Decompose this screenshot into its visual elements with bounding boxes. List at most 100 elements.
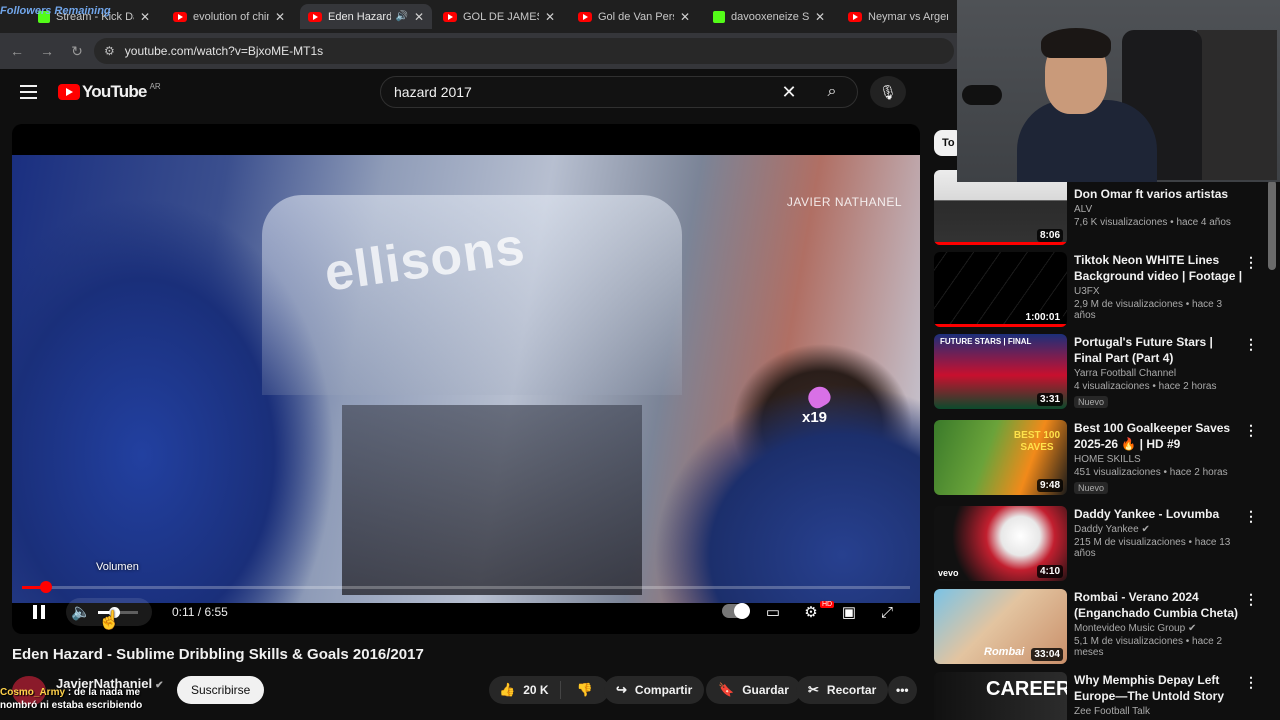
recommendation-channel[interactable]: HOME SKILLS — [1074, 454, 1244, 465]
progress-bar[interactable] — [22, 581, 910, 593]
more-options-icon[interactable]: ⋮ — [1244, 674, 1258, 691]
progress-scrubber[interactable] — [39, 581, 52, 593]
tab-title: Neymar vs Argent — [868, 10, 948, 23]
close-icon[interactable]: ✕ — [545, 10, 555, 24]
close-icon[interactable]: ✕ — [414, 10, 424, 24]
tab-title: evolution of chimp — [193, 10, 269, 23]
share-button[interactable]: ↪ Compartir — [604, 676, 705, 704]
youtube-favicon-icon — [443, 11, 457, 22]
tab-title: Gol de Van Persie — [598, 10, 674, 23]
recommendation-item[interactable]: 1:00:01 Tiktok Neon WHITE Lines Backgrou… — [934, 252, 1268, 330]
recommendation-item[interactable]: vevo 4:10 Daddy Yankee - Lovumba Daddy Y… — [934, 506, 1268, 584]
reload-icon[interactable]: ↻ — [64, 38, 90, 64]
url-text: youtube.com/watch?v=BjxoME-MT1s — [124, 44, 324, 58]
tab-neymar[interactable]: Neymar vs Argent — [840, 4, 956, 29]
youtube-logo[interactable]: YouTube AR — [58, 82, 161, 102]
tab-van-persie[interactable]: Gol de Van Persie ✕ — [570, 4, 698, 29]
video-player[interactable]: ellisons JAVIER NATHANEL x19 Volumen 🔈 0… — [12, 124, 920, 634]
recommendation-title[interactable]: Daddy Yankee - Lovumba — [1074, 506, 1244, 522]
close-icon[interactable]: ✕ — [140, 10, 150, 24]
like-button[interactable]: 👍 20 K — [489, 681, 561, 699]
clip-button[interactable]: ✂ Recortar — [796, 676, 889, 704]
search-icon[interactable]: ⌕ — [807, 83, 857, 101]
tab-davooxeneize[interactable]: davooxeneize Stre ✕ — [705, 4, 833, 29]
site-info-icon[interactable]: ⚙ — [104, 44, 115, 58]
video-frame[interactable]: ellisons JAVIER NATHANEL x19 — [12, 155, 920, 603]
save-button[interactable]: 🔖 Guardar — [706, 676, 801, 704]
theater-mode-icon[interactable]: ▣ — [838, 600, 860, 624]
more-options-icon[interactable]: ⋮ — [1244, 591, 1258, 608]
video-thumbnail[interactable]: vevo 4:10 — [934, 506, 1067, 581]
video-thumbnail[interactable]: FUTURE STARS | FINAL 3:31 — [934, 334, 1067, 409]
dislike-button[interactable]: 👎 — [561, 682, 609, 698]
youtube-favicon-icon — [578, 11, 592, 22]
autoplay-toggle[interactable] — [722, 603, 750, 619]
more-actions-button[interactable]: ••• — [888, 676, 917, 704]
volume-icon[interactable]: 🔈 — [70, 600, 92, 624]
bookmark-icon: 🔖 — [718, 682, 735, 697]
forward-icon[interactable]: → — [34, 38, 60, 64]
more-options-icon[interactable]: ⋮ — [1244, 422, 1258, 439]
close-icon[interactable]: ✕ — [275, 10, 285, 24]
tab-gol-james[interactable]: GOL DE JAMES RO ✕ — [435, 4, 563, 29]
video-thumbnail[interactable]: CAREER — [934, 672, 1067, 720]
subscribe-button[interactable]: Suscribirse — [177, 676, 265, 704]
recommendation-item[interactable]: Rombai 33:04 Rombai - Verano 2024 (Engan… — [934, 589, 1268, 667]
recommendation-title[interactable]: Rombai - Verano 2024 (Enganchado Cumbia … — [1074, 589, 1244, 621]
more-options-icon[interactable]: ⋮ — [1244, 508, 1258, 525]
recommendation-meta: 215 M de visualizaciones • hace 13 años — [1074, 537, 1231, 559]
close-icon[interactable]: ✕ — [815, 10, 825, 24]
video-thumbnail[interactable]: BEST 100 SAVES 9:48 — [934, 420, 1067, 495]
microphone-icon[interactable]: 🎙 — [870, 76, 906, 108]
recommendation-item[interactable]: CAREER Why Memphis Depay Left Europe—The… — [934, 672, 1268, 720]
tab-evolution[interactable]: evolution of chimp ✕ — [165, 4, 293, 29]
clear-icon[interactable]: ✕ — [771, 82, 807, 103]
recommendation-meta: 451 visualizaciones • hace 2 horas — [1074, 467, 1228, 478]
mouse-cursor-icon: ☝ — [98, 610, 121, 630]
webcam-shelf — [1197, 30, 1277, 180]
pause-button[interactable] — [30, 600, 48, 624]
recommendation-channel[interactable]: Daddy Yankee ✔ — [1074, 524, 1244, 535]
recommendation-channel[interactable]: U3FX — [1074, 286, 1244, 297]
duration-badge: 1:00:01 — [1022, 311, 1063, 324]
more-options-icon[interactable]: ⋮ — [1244, 254, 1258, 271]
back-icon[interactable]: ← — [4, 38, 30, 64]
url-field[interactable]: ⚙ youtube.com/watch?v=BjxoME-MT1s — [94, 38, 954, 64]
search-input[interactable]: hazard 2017 — [381, 84, 771, 100]
menu-icon[interactable] — [20, 85, 37, 99]
recommendation-title[interactable]: Tiktok Neon WHITE Lines Background video… — [1074, 252, 1244, 284]
speaker-icon[interactable]: 🔊 — [395, 11, 407, 22]
like-count: 20 K — [523, 683, 549, 697]
recommendation-title[interactable]: Why Memphis Depay Left Europe—The Untold… — [1074, 672, 1244, 704]
channel-text: Daddy Yankee — [1074, 524, 1139, 535]
more-options-icon[interactable]: ⋮ — [1244, 336, 1258, 353]
close-icon[interactable]: ✕ — [680, 10, 690, 24]
more-icon: ••• — [896, 683, 909, 697]
fullscreen-icon[interactable]: ⤢ — [876, 600, 898, 624]
verified-icon: ✔ — [1141, 524, 1150, 535]
recommendation-channel[interactable]: ALV — [1074, 204, 1244, 215]
chat-overlay: Cosmo_Army : de la nada me nombró ni est… — [0, 686, 142, 712]
recommendation-title[interactable]: Portugal's Future Stars | Final Part (Pa… — [1074, 334, 1244, 366]
logo-text: YouTube — [82, 82, 147, 101]
video-thumbnail[interactable]: 1:00:01 — [934, 252, 1067, 327]
recommendation-item[interactable]: BEST 100 SAVES 9:48 Best 100 Goalkeeper … — [934, 420, 1268, 498]
recommendation-meta: 7,6 K visualizaciones • hace 4 años — [1074, 217, 1231, 228]
recommendation-item[interactable]: FUTURE STARS | FINAL 3:31 Portugal's Fut… — [934, 334, 1268, 412]
recommendation-title[interactable]: Don Omar ft varios artistas — [1074, 186, 1244, 202]
youtube-favicon-icon — [848, 11, 862, 22]
recommendation-channel[interactable]: Yarra Football Channel — [1074, 368, 1244, 379]
like-dislike-group: 👍 20 K 👎 — [489, 676, 609, 704]
video-thumbnail[interactable]: Rombai 33:04 — [934, 589, 1067, 664]
recommendation-title[interactable]: Best 100 Goalkeeper Saves 2025-26 🔥 | HD… — [1074, 420, 1244, 452]
sidebar-scrollbar[interactable] — [1268, 180, 1276, 270]
settings-icon[interactable]: ⚙ — [800, 600, 822, 624]
chat-message-line2: nombró ni estaba escribiendo — [0, 700, 143, 711]
share-label: Compartir — [634, 683, 693, 697]
thumbnail-text: BEST 100 SAVES — [1013, 430, 1061, 453]
subtitles-icon[interactable]: ▭ — [762, 600, 784, 624]
tab-eden-hazard[interactable]: Eden Hazard - 🔊 ✕ — [300, 4, 432, 29]
recommendation-channel[interactable]: Zee Football Talk — [1074, 706, 1244, 717]
youtube-header: YouTube AR hazard 2017 ✕ ⌕ 🎙 — [0, 70, 960, 116]
recommendation-channel[interactable]: Montevideo Music Group ✔ — [1074, 623, 1244, 634]
